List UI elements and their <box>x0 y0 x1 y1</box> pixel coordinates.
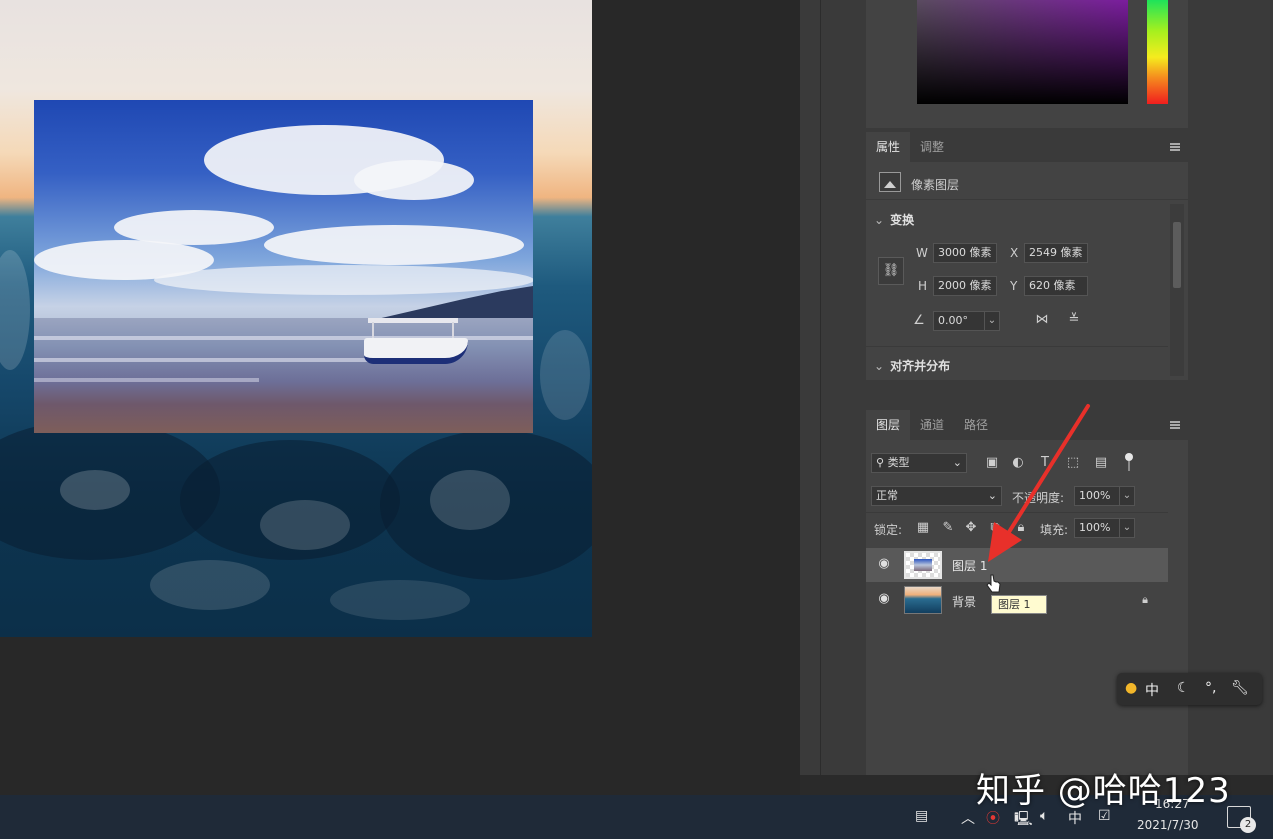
transform-section-header[interactable]: ⌄ 变换 <box>874 211 914 228</box>
hue-slider[interactable] <box>1147 0 1168 104</box>
layer-type-label: 像素图层 <box>911 178 960 192</box>
keyboard-icon[interactable]: ▤ <box>915 808 928 824</box>
lock-transparency-icon[interactable]: ▦ <box>914 519 932 537</box>
x-position-field[interactable]: 2549 像素 <box>1024 243 1088 263</box>
panel-menu-icon[interactable] <box>1170 143 1180 151</box>
align-section-header[interactable]: ⌄ 对齐并分布 <box>874 357 950 374</box>
layer-filter-label: 类型 <box>887 456 910 469</box>
color-picker-field[interactable] <box>917 0 1128 104</box>
ime-status-dot-icon[interactable]: ● <box>1125 680 1137 696</box>
background-thumbnail <box>904 586 942 614</box>
align-header-label: 对齐并分布 <box>890 359 951 373</box>
properties-tabbar: 属性 调整 <box>866 132 1188 162</box>
angle-field[interactable]: 0.00° <box>933 311 985 331</box>
layer-lock-icon: 🔒︎ <box>1142 593 1148 606</box>
ime-toolbar: ● 中 ☾ °, 🔧︎ <box>1117 673 1262 705</box>
filter-toggle-icon[interactable] <box>1125 453 1133 473</box>
lock-paint-brush-icon[interactable]: ✎ <box>939 519 957 537</box>
watermark: 知乎 @哈哈123 <box>976 771 1231 811</box>
width-label: W <box>916 246 928 260</box>
background-layer-name[interactable]: 背景 <box>952 593 976 610</box>
annotation-arrow <box>988 404 1090 562</box>
visibility-eye-icon[interactable]: ◉ <box>876 591 892 607</box>
y-label: Y <box>1010 279 1018 293</box>
visibility-eye-icon[interactable]: ◉ <box>876 556 892 572</box>
ime-moon-icon[interactable]: ☾ <box>1177 680 1190 696</box>
document-canvas[interactable] <box>0 0 592 637</box>
layer1-thumbnail <box>904 551 942 579</box>
hand-cursor-icon <box>986 574 1001 593</box>
angle-dropdown[interactable]: ⌄ <box>984 311 1000 331</box>
search-icon: ⚲ <box>876 456 888 469</box>
blend-mode-value: 正常 <box>876 489 898 502</box>
clock-date[interactable]: 2021/7/30 <box>1137 818 1199 832</box>
panel-gutter <box>800 0 866 795</box>
tab-properties[interactable]: 属性 <box>866 132 911 162</box>
gutter-divider <box>820 0 821 795</box>
flip-horizontal-icon[interactable]: ⋈ <box>1033 311 1051 329</box>
transform-header-label: 变换 <box>890 213 915 227</box>
properties-scrollbar[interactable] <box>1170 204 1184 376</box>
pixel-layer-icon <box>879 172 901 192</box>
pasted-layer-image[interactable] <box>34 100 533 433</box>
lock-position-move-icon[interactable]: ✥ <box>962 519 980 537</box>
layers-menu-icon[interactable] <box>1170 421 1180 429</box>
ime-punctuation-icon[interactable]: °, <box>1205 680 1216 696</box>
link-dimensions-icon[interactable]: ⛓ <box>878 257 904 285</box>
ime-mode-toggle[interactable]: 中 <box>1145 680 1159 700</box>
tab-adjustments[interactable]: 调整 <box>910 132 954 162</box>
tab-channels[interactable]: 通道 <box>910 410 954 440</box>
ime-settings-wrench-icon[interactable]: 🔧︎ <box>1231 680 1249 696</box>
angle-icon: ∠ <box>913 313 925 328</box>
lock-label: 锁定: <box>874 523 903 537</box>
height-label: H <box>918 279 928 293</box>
opacity-dropdown[interactable]: ⌄ <box>1119 486 1135 506</box>
width-field[interactable]: 3000 像素 <box>933 243 997 263</box>
fill-dropdown[interactable]: ⌄ <box>1119 518 1135 538</box>
flip-vertical-icon[interactable]: ≚ <box>1065 311 1083 329</box>
layer-filter-select[interactable]: ⚲ 类型 ⌄ <box>871 453 967 473</box>
tray-expand-chevron-icon[interactable]: ︿ <box>961 808 975 828</box>
height-field[interactable]: 2000 像素 <box>933 276 997 296</box>
x-label: X <box>1010 246 1019 260</box>
tab-layers[interactable]: 图层 <box>866 410 911 440</box>
y-position-field[interactable]: 620 像素 <box>1024 276 1088 296</box>
notification-count-badge: 2 <box>1240 817 1256 833</box>
layer-name-tooltip: 图层 1 <box>991 595 1047 614</box>
